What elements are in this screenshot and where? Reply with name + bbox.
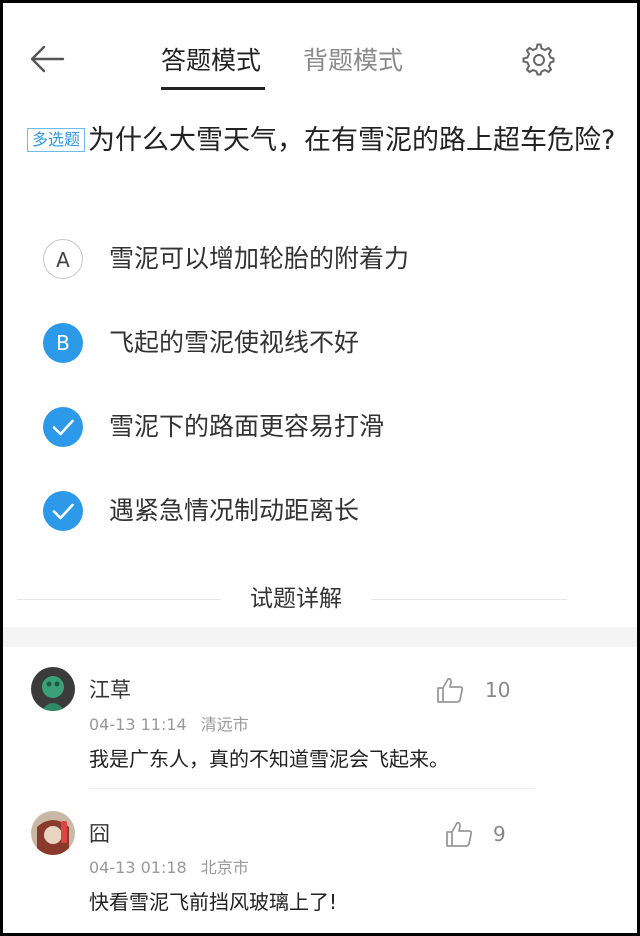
option-label: 飞起的雪泥使视线不好 <box>109 328 360 357</box>
comment-text: 快看雪泥飞前挡风玻璃上了! <box>89 890 338 914</box>
option-b[interactable]: B 飞起的雪泥使视线不好 <box>43 319 603 367</box>
divider-right <box>371 599 567 600</box>
question-stem: 为什么大雪天气，在有雪泥的路上超车危险? <box>88 125 616 156</box>
comment-divider <box>89 788 535 789</box>
comment-text: 我是广东人，真的不知道雪泥会飞起来。 <box>89 747 449 771</box>
checkmark-icon <box>43 407 83 447</box>
comment-author[interactable]: 囧 <box>89 819 110 849</box>
comment-time: 04-13 11:14 <box>89 715 187 734</box>
thumbs-up-icon[interactable] <box>436 676 466 704</box>
option-d[interactable]: 遇紧急情况制动距离长 <box>43 487 603 535</box>
gear-icon[interactable] <box>522 43 556 77</box>
avatar[interactable] <box>31 811 75 855</box>
option-label: 雪泥下的路面更容易打滑 <box>109 412 385 441</box>
app-screen: 答题模式 背题模式 多选题 为什么大雪天气，在有雪泥的路上超车危险? A 雪泥可以… <box>0 0 640 936</box>
tab-answer-mode[interactable]: 答题模式 <box>161 41 261 81</box>
comment-time: 04-13 01:18 <box>89 858 187 877</box>
like-count: 9 <box>493 822 506 846</box>
active-tab-indicator <box>161 87 265 90</box>
comment-meta: 04-13 11:14 清远市 <box>89 713 249 737</box>
option-label: 雪泥可以增加轮胎的附着力 <box>109 244 410 273</box>
question-text: 多选题 为什么大雪天气，在有雪泥的路上超车危险? <box>27 117 617 165</box>
option-c[interactable]: 雪泥下的路面更容易打滑 <box>43 403 603 451</box>
back-arrow-icon[interactable] <box>29 43 65 75</box>
comment-location: 北京市 <box>200 858 249 877</box>
option-label: 遇紧急情况制动距离长 <box>109 496 360 525</box>
avatar[interactable] <box>31 667 75 711</box>
option-a[interactable]: A 雪泥可以增加轮胎的附着力 <box>43 235 603 283</box>
top-bar: 答题模式 背题模式 <box>3 3 637 99</box>
divider-left <box>17 599 221 600</box>
tab-memorize-mode[interactable]: 背题模式 <box>303 41 403 81</box>
explanation-heading[interactable]: 试题详解 <box>227 581 365 617</box>
option-marker: A <box>43 239 83 279</box>
comment-author[interactable]: 江草 <box>89 675 131 705</box>
like-count: 10 <box>485 678 511 702</box>
question-type-badge: 多选题 <box>27 128 86 152</box>
section-gap <box>3 627 637 647</box>
thumbs-up-icon[interactable] <box>445 820 475 848</box>
comment-location: 清远市 <box>200 715 249 734</box>
option-marker: B <box>43 323 83 363</box>
comment-meta: 04-13 01:18 北京市 <box>89 856 249 880</box>
checkmark-icon <box>43 491 83 531</box>
